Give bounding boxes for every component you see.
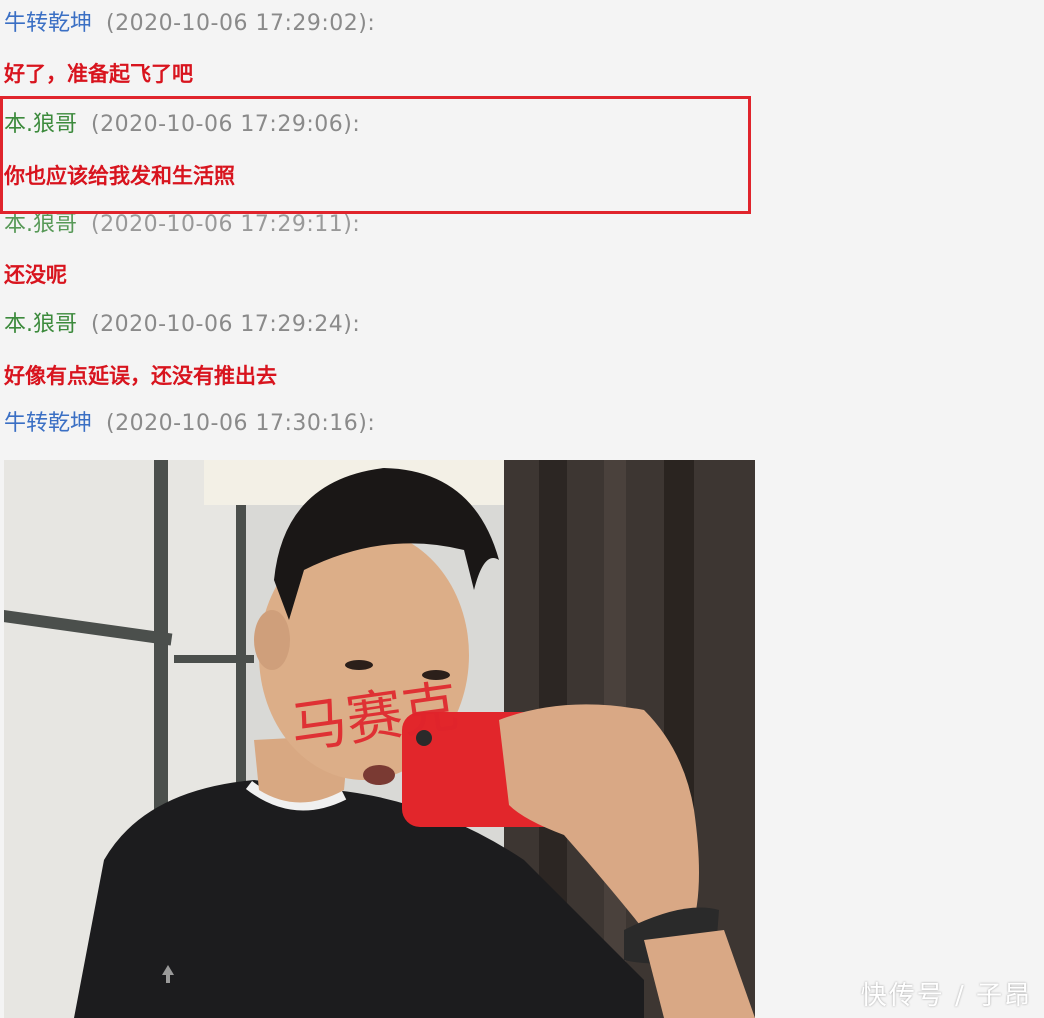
sender-name[interactable]: 本.狼哥 bbox=[4, 312, 77, 337]
mirror-selfie-photo: 马赛克 bbox=[4, 460, 755, 1018]
message-header: 牛转乾坤 (2020-10-06 17:30:16): bbox=[4, 408, 375, 440]
sender-name[interactable]: 牛转乾坤 bbox=[4, 411, 92, 436]
watermark: 快传号 / 子昂 bbox=[860, 981, 1032, 1011]
chat-log: 牛转乾坤 (2020-10-06 17:29:02): 好了，准备起飞了吧 本.狼… bbox=[0, 0, 1044, 1018]
mouth bbox=[363, 765, 395, 785]
message-timestamp: (2020-10-06 17:30:16): bbox=[106, 411, 376, 436]
mirror-frame bbox=[174, 655, 254, 663]
highlight-box bbox=[0, 96, 751, 214]
message-header: 本.狼哥 (2020-10-06 17:29:24): bbox=[4, 309, 360, 341]
ear bbox=[254, 610, 290, 670]
eye bbox=[345, 660, 373, 670]
message-timestamp: (2020-10-06 17:29:24): bbox=[91, 312, 361, 337]
message-timestamp: (2020-10-06 17:29:11): bbox=[91, 212, 361, 237]
message-text: 还没呢 bbox=[4, 263, 67, 287]
message-text: 好了，准备起飞了吧 bbox=[4, 62, 193, 86]
message-header: 牛转乾坤 (2020-10-06 17:29:02): bbox=[4, 8, 375, 40]
photo-attachment[interactable]: 马赛克 bbox=[4, 460, 755, 1018]
sender-name[interactable]: 本.狼哥 bbox=[4, 212, 77, 237]
message-text: 好像有点延误，还没有推出去 bbox=[4, 364, 277, 388]
message-timestamp: (2020-10-06 17:29:02): bbox=[106, 11, 376, 36]
sender-name[interactable]: 牛转乾坤 bbox=[4, 11, 92, 36]
